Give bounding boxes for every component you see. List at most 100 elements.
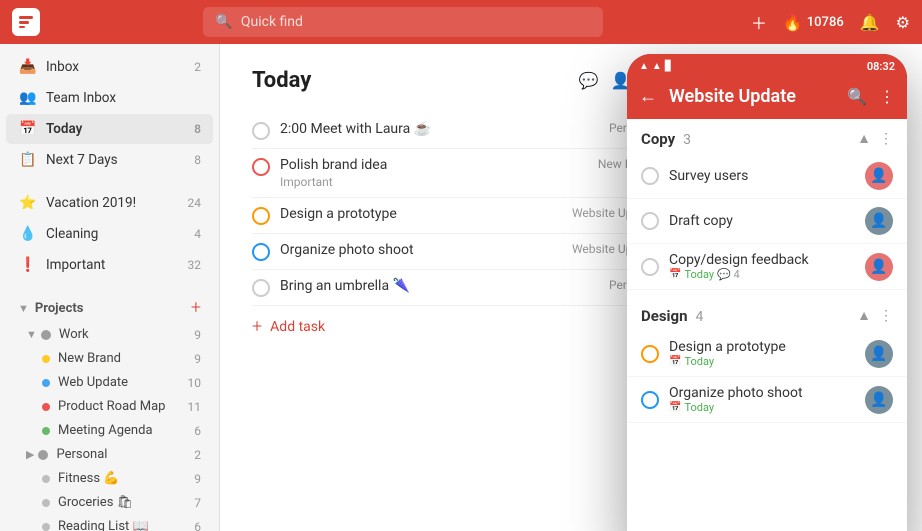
task-checkbox-3[interactable]: [252, 207, 270, 225]
today-header: Today 💬 👤+ •••: [252, 68, 668, 93]
today-title: Today: [252, 68, 311, 93]
task-checkbox-4[interactable]: [252, 243, 270, 261]
next7-icon: 📋: [18, 150, 38, 170]
phone-menu-icon[interactable]: ⋮: [879, 87, 895, 106]
sidebar-project-fitness[interactable]: Fitness 💪 9: [6, 467, 213, 490]
sidebar-project-groceries[interactable]: Groceries 🛍 7: [6, 491, 213, 514]
vacation-icon: ⭐: [18, 193, 38, 213]
cleaning-icon: 💧: [18, 224, 38, 244]
task-checkbox-1[interactable]: [252, 122, 270, 140]
sidebar-project-product-roadmap[interactable]: Product Road Map 11: [6, 395, 213, 418]
settings-icon[interactable]: ⚙: [896, 13, 910, 32]
phone-task-draft-content: Draft copy: [669, 213, 855, 229]
task-content-5: Bring an umbrella 🌂: [280, 278, 599, 296]
sidebar-item-cleaning[interactable]: 💧 Cleaning 4: [6, 219, 213, 249]
phone-design-collapse-icon[interactable]: ▲: [857, 307, 871, 324]
inbox-icon: 📥: [18, 57, 38, 77]
phone-task-photoshoot-checkbox[interactable]: [641, 391, 659, 409]
phone-task-feedback: Copy/design feedback 📅 Today 💬 4 👤: [627, 244, 907, 290]
today-badge-icon: 📅: [669, 269, 681, 280]
sidebar-item-vacation[interactable]: ⭐ Vacation 2019! 24: [6, 188, 213, 218]
topbar: 🔍 Quick find ＋ 🔥 10786 🔔 ⚙: [0, 0, 922, 44]
quick-find-search[interactable]: 🔍 Quick find: [203, 7, 603, 37]
phone-app-header: ← Website Update 🔍 ⋮: [627, 78, 907, 119]
phone-task-feedback-sub: 📅 Today 💬 4: [669, 268, 855, 281]
phone-task-draft-checkbox[interactable]: [641, 212, 659, 230]
today-icon: 📅: [18, 119, 38, 139]
photoshoot-today-icon: 📅: [669, 402, 681, 413]
phone-back-button[interactable]: ←: [639, 86, 657, 107]
phone-task-prototype-avatar: 👤: [865, 340, 893, 368]
karma-score[interactable]: 🔥 10786: [783, 13, 844, 32]
topbar-right-actions: ＋ 🔥 10786 🔔 ⚙: [751, 10, 910, 34]
new-brand-dot: [42, 355, 50, 363]
phone-more-icon[interactable]: ⋮: [879, 131, 893, 147]
phone-time: 08:32: [867, 60, 895, 73]
phone-section-design-actions: ▲ ⋮: [857, 307, 893, 324]
phone-task-survey: Survey users 👤: [627, 154, 907, 199]
personal-toggle: ▶: [26, 448, 34, 461]
sidebar-project-reading-list[interactable]: Reading List 📖 6: [6, 515, 213, 531]
phone-task-photo-shoot: Organize photo shoot 📅 Today 👤: [627, 377, 907, 423]
phone-task-survey-checkbox[interactable]: [641, 167, 659, 185]
task-checkbox-5[interactable]: [252, 279, 270, 297]
phone-task-photoshoot-content: Organize photo shoot 📅 Today: [669, 385, 855, 414]
battery-icon: ▊: [665, 61, 673, 72]
fitness-dot: [42, 475, 50, 483]
phone-search-icon[interactable]: 🔍: [847, 87, 867, 106]
app-logo[interactable]: [12, 8, 40, 36]
phone-task-feedback-avatar: 👤: [865, 253, 893, 281]
projects-header[interactable]: ▼ Projects +: [6, 293, 213, 323]
wifi-icon: ▲: [639, 61, 649, 72]
work-toggle: ▼: [26, 328, 37, 341]
phone-task-survey-avatar: 👤: [865, 162, 893, 190]
task-subtitle-2: Important: [280, 175, 588, 189]
notifications-bell[interactable]: 🔔: [860, 13, 880, 32]
team-icon: 👥: [18, 88, 38, 108]
groceries-dot: [42, 499, 50, 507]
sidebar-item-today[interactable]: 📅 Today 8: [6, 114, 213, 144]
phone-section-design-title-wrap: Design 4: [641, 306, 703, 325]
task-checkbox-2[interactable]: [252, 158, 270, 176]
sidebar-item-next7[interactable]: 📋 Next 7 Days 8: [6, 145, 213, 175]
sidebar-project-personal[interactable]: ▶ Personal 2: [6, 443, 213, 466]
sidebar-item-inbox[interactable]: 📥 Inbox 2: [6, 52, 213, 82]
web-update-dot: [42, 379, 50, 387]
sidebar-project-web-update[interactable]: Web Update 10: [6, 371, 213, 394]
phone-section-copy-actions: ▲ ⋮: [857, 130, 893, 147]
sidebar-item-team-inbox[interactable]: 👥 Team Inbox: [6, 83, 213, 113]
add-task-button[interactable]: ＋: [751, 10, 767, 34]
add-task-button[interactable]: + Add task: [252, 306, 668, 347]
phone-design-more-icon[interactable]: ⋮: [879, 308, 893, 324]
network-icon: ▲: [652, 61, 662, 72]
projects-toggle-icon: ▼: [18, 302, 29, 315]
work-dot: [41, 330, 51, 340]
sidebar-project-work[interactable]: ▼ Work 9: [6, 323, 213, 346]
task-content-2: Polish brand idea Important: [280, 157, 588, 189]
prototype-today-icon: 📅: [669, 356, 681, 367]
phone-collapse-icon[interactable]: ▲: [857, 130, 871, 147]
task-content-3: Design a prototype: [280, 206, 562, 224]
meeting-agenda-dot: [42, 427, 50, 435]
phone-device: ▲ ▲ ▊ 08:32 ← Website Update 🔍 ⋮: [627, 54, 907, 531]
comment-icon[interactable]: 💬: [579, 71, 599, 90]
phone-task-design-prototype: Design a prototype 📅 Today 👤: [627, 331, 907, 377]
phone-task-prototype-checkbox[interactable]: [641, 345, 659, 363]
phone-status-bar: ▲ ▲ ▊ 08:32: [627, 54, 907, 78]
phone-signal-icons: ▲ ▲ ▊: [639, 61, 673, 72]
reading-list-dot: [42, 523, 50, 531]
task-content-4: Organize photo shoot: [280, 242, 562, 260]
task-title-2: Polish brand idea: [280, 157, 588, 173]
sidebar-project-new-brand[interactable]: New Brand 9: [6, 347, 213, 370]
phone-section-copy-title-wrap: Copy 3: [641, 129, 691, 148]
phone-task-prototype-sub: 📅 Today: [669, 355, 855, 368]
task-item-umbrella: Bring an umbrella 🌂 Personal: [252, 270, 668, 306]
sidebar-project-meeting-agenda[interactable]: Meeting Agenda 6: [6, 419, 213, 442]
search-placeholder: Quick find: [241, 14, 303, 30]
phone-task-feedback-checkbox[interactable]: [641, 258, 659, 276]
add-project-button[interactable]: +: [191, 299, 201, 317]
content-area: Today 💬 👤+ ••• 2:00 Meet with Laura ☕ Pe…: [220, 44, 922, 531]
search-icon: 🔍: [215, 14, 232, 30]
phone-task-draft: Draft copy 👤: [627, 199, 907, 244]
sidebar-item-important[interactable]: ❗ Important 32: [6, 250, 213, 280]
